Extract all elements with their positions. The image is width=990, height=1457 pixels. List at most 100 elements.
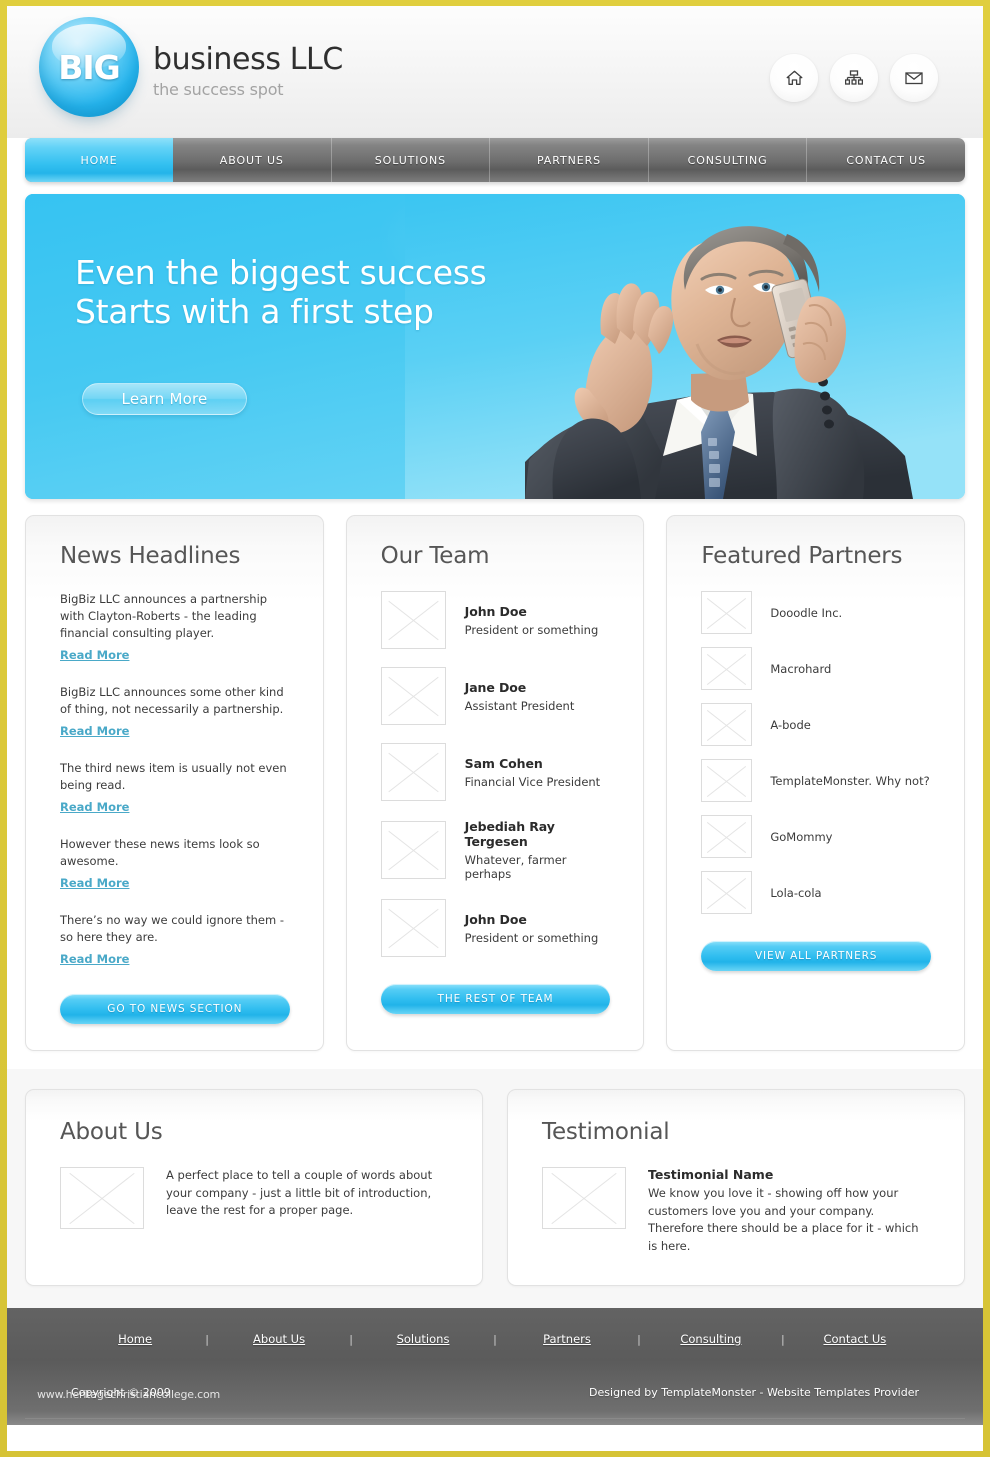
home-icon — [786, 70, 803, 86]
footer-navigation: Home | About Us | Solutions | Partners |… — [25, 1308, 965, 1370]
team-member-role: President or something — [464, 622, 599, 637]
nav-item-consulting[interactable]: CONSULTING — [649, 138, 808, 182]
mail-icon-button[interactable] — [890, 54, 938, 102]
hero-headline-line1: Even the biggest success — [75, 253, 487, 292]
team-member-name: Jane Doe — [464, 679, 527, 695]
about-image-placeholder-icon — [60, 1167, 144, 1230]
partner-row[interactable]: TemplateMonster. Why not? — [701, 759, 931, 802]
go-to-news-section-button[interactable]: GO TO NEWS SECTION — [60, 994, 290, 1025]
news-read-more-link[interactable]: Read More — [60, 724, 129, 738]
partner-logo-placeholder-icon — [701, 647, 753, 690]
testimonial-card: Testimonial Testimonial Name We know you… — [507, 1089, 965, 1287]
footer-link-about-us[interactable]: About Us — [213, 1332, 345, 1346]
main-content-band: News Headlines BigBiz LLC announces a pa… — [7, 499, 983, 1070]
team-photo-placeholder-icon — [380, 591, 446, 649]
site-footer: Home | About Us | Solutions | Partners |… — [7, 1308, 983, 1426]
team-member-row[interactable]: John Doe President or something — [380, 899, 611, 957]
news-item-text: There’s no way we could ignore them - so… — [60, 913, 284, 945]
partner-logo-placeholder-icon — [701, 591, 753, 634]
our-team-card: Our Team John Doe President or something… — [345, 515, 645, 1052]
logo-textblock: business LLC the success spot — [153, 17, 343, 100]
partner-name: TemplateMonster. Why not? — [770, 773, 930, 788]
news-item: There’s no way we could ignore them - so… — [60, 912, 290, 967]
news-item: BigBiz LLC announces a partnership with … — [60, 591, 290, 663]
news-item: However these news items look so awesome… — [60, 836, 290, 891]
footer-separator: | — [637, 1332, 641, 1346]
team-member-row[interactable]: Sam Cohen Financial Vice President — [380, 743, 611, 801]
two-column-row: About Us A perfect place to tell a coupl… — [25, 1089, 965, 1287]
copyright-text: Copyright © 2009 — [71, 1385, 171, 1399]
team-member-row[interactable]: Jebediah Ray Tergesen Whatever, farmer p… — [380, 819, 611, 881]
testimonial-title: Testimonial — [542, 1119, 670, 1146]
news-read-more-link[interactable]: Read More — [60, 952, 129, 966]
footer-link-consulting[interactable]: Consulting — [645, 1332, 777, 1346]
learn-more-button[interactable]: Learn More — [82, 383, 247, 415]
testimonial-image-placeholder-icon — [542, 1167, 626, 1230]
nav-item-home[interactable]: HOME — [25, 138, 173, 182]
team-member-role: Financial Vice President — [464, 774, 601, 789]
partner-row[interactable]: Dooodle Inc. — [701, 591, 931, 634]
news-item-text: BigBiz LLC announces a partnership with … — [60, 592, 268, 641]
team-member-row[interactable]: Jane Doe Assistant President — [380, 667, 611, 725]
footer-bottom-bar: Copyright © 2009 Designed by TemplateMon… — [25, 1370, 965, 1414]
news-read-more-link[interactable]: Read More — [60, 648, 129, 662]
about-us-card: About Us A perfect place to tell a coupl… — [25, 1089, 483, 1287]
logo-orb-text: BIG — [58, 47, 121, 87]
team-photo-placeholder-icon — [380, 899, 446, 957]
testimonial-text: We know you love it - showing off how yo… — [648, 1186, 919, 1253]
featured-partners-card: Featured Partners Dooodle Inc. Macrohard… — [666, 515, 966, 1052]
mail-icon — [905, 71, 923, 85]
partner-row[interactable]: Macrohard — [701, 647, 931, 690]
team-member-role: Whatever, farmer perhaps — [464, 853, 567, 881]
hero-photo-businessman — [405, 194, 965, 499]
footer-separator: | — [493, 1332, 497, 1346]
team-member-row[interactable]: John Doe President or something — [380, 591, 611, 649]
secondary-content-band: About Us A perfect place to tell a coupl… — [7, 1069, 983, 1309]
testimonial-author-name: Testimonial Name — [648, 1167, 774, 1183]
header-icon-group — [770, 54, 938, 102]
partner-name: GoMommy — [770, 829, 833, 844]
partner-logo-placeholder-icon — [701, 871, 753, 914]
team-title: Our Team — [380, 543, 490, 569]
sitemap-icon — [845, 70, 863, 86]
news-read-more-link[interactable]: Read More — [60, 800, 129, 814]
team-member-role: Assistant President — [464, 698, 575, 713]
news-read-more-link[interactable]: Read More — [60, 876, 129, 890]
partner-row[interactable]: Lola-cola — [701, 871, 931, 914]
main-navigation: HOME ABOUT US SOLUTIONS PARTNERS CONSULT… — [25, 138, 965, 182]
partner-row[interactable]: GoMommy — [701, 815, 931, 858]
news-item-text: BigBiz LLC announces some other kind of … — [60, 685, 284, 717]
partners-title: Featured Partners — [701, 543, 903, 569]
footer-divider — [25, 1418, 965, 1420]
team-member-name: John Doe — [464, 911, 527, 927]
partner-logo-placeholder-icon — [701, 703, 753, 746]
hero-headline: Even the biggest success Starts with a f… — [75, 253, 487, 332]
team-photo-placeholder-icon — [380, 743, 446, 801]
partner-name: A-bode — [770, 717, 811, 732]
partner-name: Macrohard — [770, 661, 832, 676]
nav-item-solutions[interactable]: SOLUTIONS — [332, 138, 491, 182]
footer-separator: | — [349, 1332, 353, 1346]
the-rest-of-team-button[interactable]: THE REST OF TEAM — [380, 984, 611, 1014]
nav-item-partners[interactable]: PARTNERS — [490, 138, 649, 182]
about-us-title: About Us — [60, 1119, 163, 1146]
partner-logo-placeholder-icon — [701, 759, 753, 802]
news-item: BigBiz LLC announces some other kind of … — [60, 684, 290, 739]
news-title: News Headlines — [60, 543, 241, 569]
view-all-partners-button[interactable]: VIEW ALL PARTNERS — [701, 941, 932, 971]
team-member-name: Sam Cohen — [464, 755, 543, 771]
partner-row[interactable]: A-bode — [701, 703, 931, 746]
team-member-name: John Doe — [464, 603, 527, 619]
site-logo[interactable]: BIG business LLC the success spot — [39, 17, 343, 117]
footer-link-home[interactable]: Home — [69, 1332, 201, 1346]
footer-link-solutions[interactable]: Solutions — [357, 1332, 489, 1346]
footer-link-contact-us[interactable]: Contact Us — [789, 1332, 921, 1346]
footer-link-partners[interactable]: Partners — [501, 1332, 633, 1346]
hero-headline-line2: Starts with a first step — [75, 291, 434, 331]
partner-name: Dooodle Inc. — [770, 605, 843, 620]
home-icon-button[interactable] — [770, 54, 818, 102]
hero-banner: Even the biggest success Starts with a f… — [25, 194, 965, 499]
nav-item-about-us[interactable]: ABOUT US — [173, 138, 332, 182]
nav-item-contact-us[interactable]: CONTACT US — [807, 138, 965, 182]
sitemap-icon-button[interactable] — [830, 54, 878, 102]
